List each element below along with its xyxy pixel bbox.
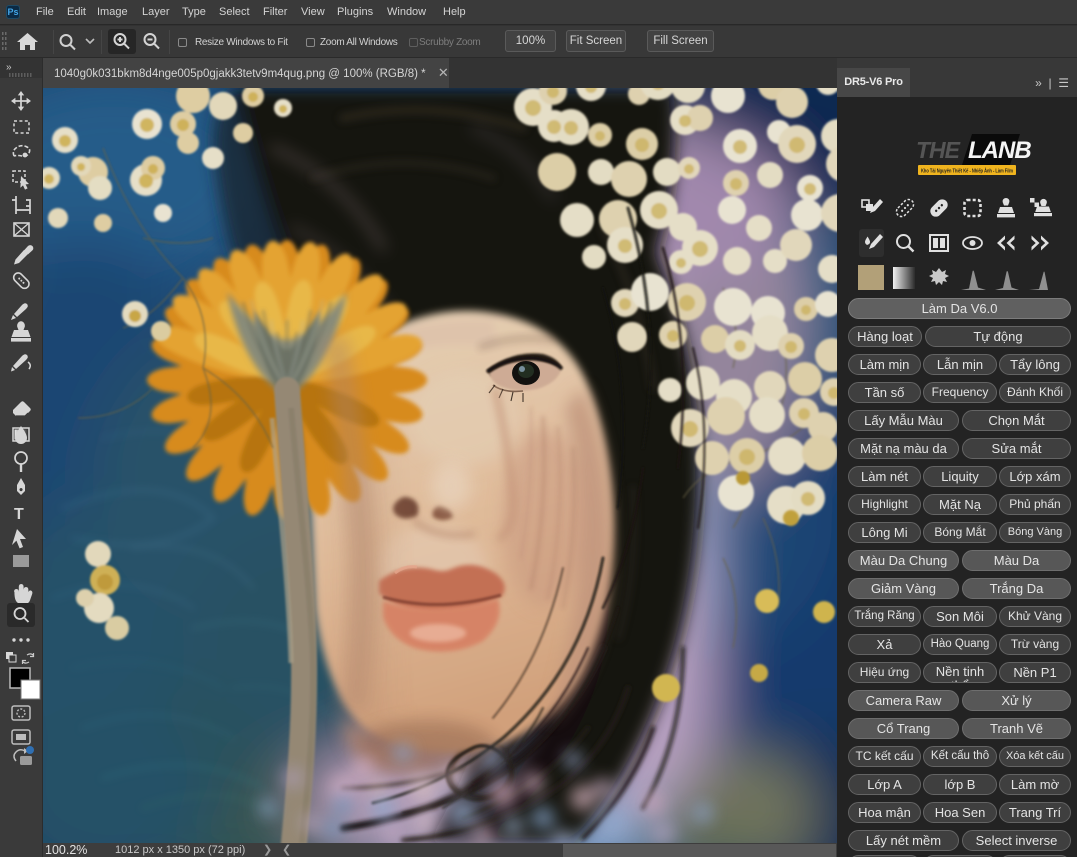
svg-text:THE: THE (916, 137, 961, 163)
svg-text:Kho Tài Nguyên Thiết Kế - Nhiế: Kho Tài Nguyên Thiết Kế - Nhiếp Ảnh - Là… (921, 168, 1013, 175)
svg-text:LANB: LANB (968, 137, 1031, 164)
svg-text:»: » (6, 62, 12, 73)
svg-text:T: T (14, 506, 24, 523)
